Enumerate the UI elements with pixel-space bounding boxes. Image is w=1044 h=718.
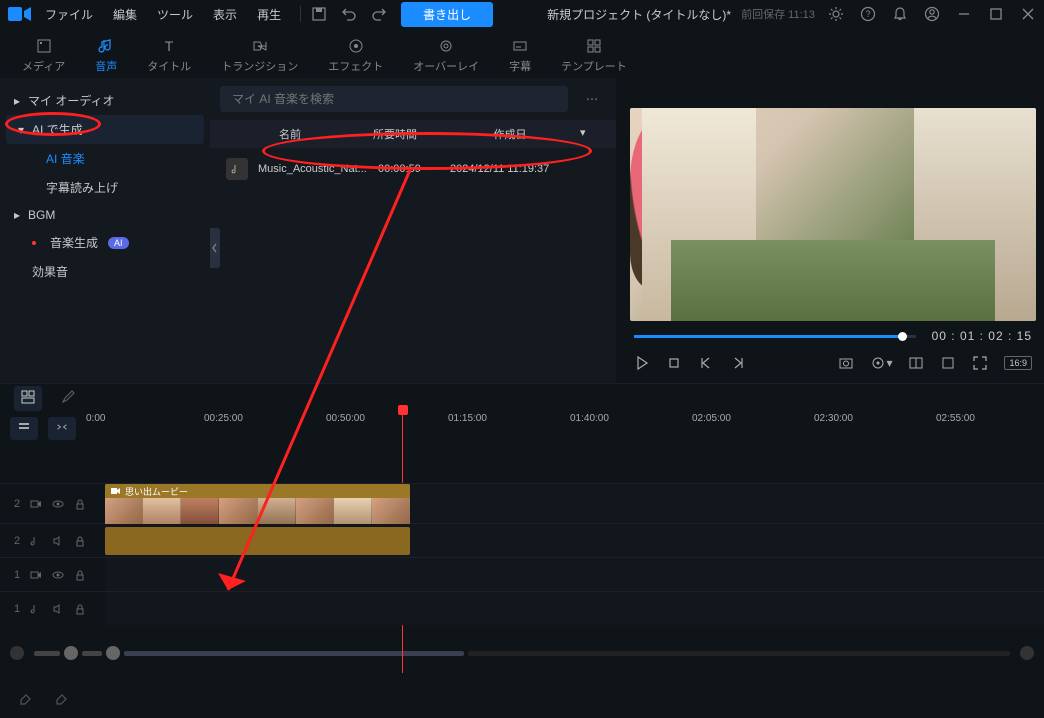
preview-screen[interactable]	[630, 108, 1036, 321]
sidebar-subtitle-tts[interactable]: 字幕読み上げ	[2, 173, 208, 202]
preview-time: 00 : 01 : 02 : 15	[932, 329, 1032, 343]
minimize-icon[interactable]	[956, 6, 972, 22]
project-title: 新規プロジェクト (タイトルなし)*	[547, 6, 731, 23]
zoom-out-icon[interactable]	[10, 646, 24, 660]
tab-effect[interactable]: エフェクト	[314, 32, 397, 78]
aspect-ratio-badge[interactable]: 16:9	[1004, 356, 1032, 370]
play-icon[interactable]	[634, 355, 650, 371]
close-icon[interactable]	[1020, 6, 1036, 22]
track-audio-1: 1	[0, 591, 1044, 625]
zoom-slider[interactable]	[34, 646, 1010, 660]
stop-icon[interactable]	[666, 355, 682, 371]
sidebar-bgm[interactable]: ▸BGM	[2, 202, 208, 228]
audio-category-sidebar: ▸マイ オーディオ ▾AI で生成 AI 音楽 字幕読み上げ ▸BGM 音楽生成…	[0, 78, 210, 383]
audio-duration: 00:00:59	[378, 163, 450, 175]
menu-edit[interactable]: 編集	[104, 4, 146, 25]
tab-title[interactable]: Tタイトル	[133, 32, 205, 78]
tab-template[interactable]: テンプレート	[547, 32, 641, 78]
tab-media[interactable]: メディア	[8, 32, 79, 78]
export-button[interactable]: 書き出し	[401, 2, 493, 27]
edit-tool-row	[0, 383, 1044, 413]
undo-icon[interactable]	[341, 6, 357, 22]
menu-play[interactable]: 再生	[248, 4, 290, 25]
audio-table-header: 名前 所要時間 作成日 ▾	[210, 120, 616, 148]
bell-icon[interactable]	[892, 6, 908, 22]
ai-badge: AI	[108, 237, 129, 249]
sidebar-ai-generate[interactable]: ▾AI で生成	[6, 115, 204, 144]
audio-track-icon[interactable]	[30, 603, 42, 615]
audio-row[interactable]: Music_Acoustic_Nat... 00:00:59 2024/12/1…	[210, 148, 616, 190]
visibility-icon[interactable]	[52, 569, 64, 581]
fullscreen-icon[interactable]	[972, 355, 988, 371]
edit-tool-brush-icon[interactable]	[60, 389, 76, 408]
app-logo-icon	[8, 5, 32, 23]
sidebar-music-gen[interactable]: 音楽生成AI	[2, 228, 208, 257]
audio-name: Music_Acoustic_Nat...	[258, 163, 378, 175]
audio-date: 2024/12/11 11:19:37	[450, 163, 600, 175]
redo-icon[interactable]	[371, 6, 387, 22]
timeline-view-icon[interactable]	[10, 417, 38, 440]
timeline-magnet-icon[interactable]	[48, 417, 76, 440]
column-name[interactable]: 名前	[230, 126, 350, 142]
menu-items: ファイル 編集 ツール 表示 再生	[36, 4, 290, 25]
prev-frame-icon[interactable]	[698, 355, 714, 371]
timeline-ruler[interactable]: 0:00 00:25:00 00:50:00 01:15:00 01:40:00…	[86, 413, 1034, 443]
playhead-icon[interactable]	[398, 405, 408, 415]
mute-icon[interactable]	[52, 603, 64, 615]
sidebar-my-audio[interactable]: ▸マイ オーディオ	[2, 86, 208, 115]
svg-text:T: T	[165, 38, 174, 54]
edit-tool-select-icon[interactable]	[14, 386, 42, 411]
video-track-icon[interactable]	[30, 498, 42, 510]
svg-text:?: ?	[865, 9, 870, 19]
sidebar-ai-music[interactable]: AI 音楽	[2, 144, 208, 173]
column-duration[interactable]: 所要時間	[350, 126, 440, 142]
menu-view[interactable]: 表示	[204, 4, 246, 25]
track-video-2: 2 思い出ムービー	[0, 483, 1044, 523]
menu-file[interactable]: ファイル	[36, 4, 102, 25]
tab-subtitle[interactable]: 字幕	[495, 32, 545, 78]
audio-list-panel: ⋯ 名前 所要時間 作成日 ▾ Music_Acoustic_Nat... 00…	[210, 78, 616, 383]
compare-icon[interactable]	[908, 355, 924, 371]
sidebar-sfx[interactable]: 効果音	[2, 257, 208, 286]
audio-track-icon[interactable]	[30, 535, 42, 547]
lock-icon[interactable]	[74, 603, 86, 615]
tab-overlay[interactable]: オーバーレイ	[399, 32, 493, 78]
tab-transition[interactable]: トランジション	[207, 32, 312, 78]
more-menu-icon[interactable]: ⋯	[578, 92, 606, 106]
search-input[interactable]	[220, 86, 568, 112]
collapse-handle[interactable]	[210, 228, 220, 268]
column-date[interactable]: 作成日	[440, 126, 580, 142]
tab-audio[interactable]: 音声	[81, 32, 131, 78]
lock-icon[interactable]	[74, 535, 86, 547]
video-track-icon[interactable]	[30, 569, 42, 581]
track-audio-2: 2	[0, 523, 1044, 557]
column-menu-icon[interactable]: ▾	[580, 126, 596, 142]
account-icon[interactable]	[924, 6, 940, 22]
menu-tools[interactable]: ツール	[148, 4, 202, 25]
crop-icon[interactable]	[940, 355, 956, 371]
next-frame-icon[interactable]	[730, 355, 746, 371]
save-icon[interactable]	[311, 6, 327, 22]
lock-icon[interactable]	[74, 569, 86, 581]
visibility-icon[interactable]	[52, 498, 64, 510]
preview-progress[interactable]	[634, 335, 916, 338]
track-video-1: 1	[0, 557, 1044, 591]
help-icon[interactable]: ?	[860, 6, 876, 22]
new-dot-icon	[32, 241, 36, 245]
settings-icon[interactable]	[828, 6, 844, 22]
menu-bar: ファイル 編集 ツール 表示 再生 書き出し 新規プロジェクト (タイトルなし)…	[0, 0, 1044, 28]
timeline: 0:00 00:25:00 00:50:00 01:15:00 01:40:00…	[0, 413, 1044, 665]
preview-panel: 00 : 01 : 02 : 15 ▾ 16:9	[616, 78, 1044, 383]
project-save-meta: 前回保存 11:13	[741, 6, 815, 22]
audio-clip[interactable]	[105, 527, 410, 555]
maximize-icon[interactable]	[988, 6, 1004, 22]
quality-icon[interactable]: ▾	[870, 355, 892, 371]
music-note-icon	[226, 158, 248, 180]
mute-icon[interactable]	[52, 535, 64, 547]
zoom-in-icon[interactable]	[1020, 646, 1034, 660]
asset-tabs: メディア 音声 Tタイトル トランジション エフェクト オーバーレイ 字幕 テン…	[0, 28, 1044, 78]
snapshot-icon[interactable]	[838, 355, 854, 371]
lock-icon[interactable]	[74, 498, 86, 510]
